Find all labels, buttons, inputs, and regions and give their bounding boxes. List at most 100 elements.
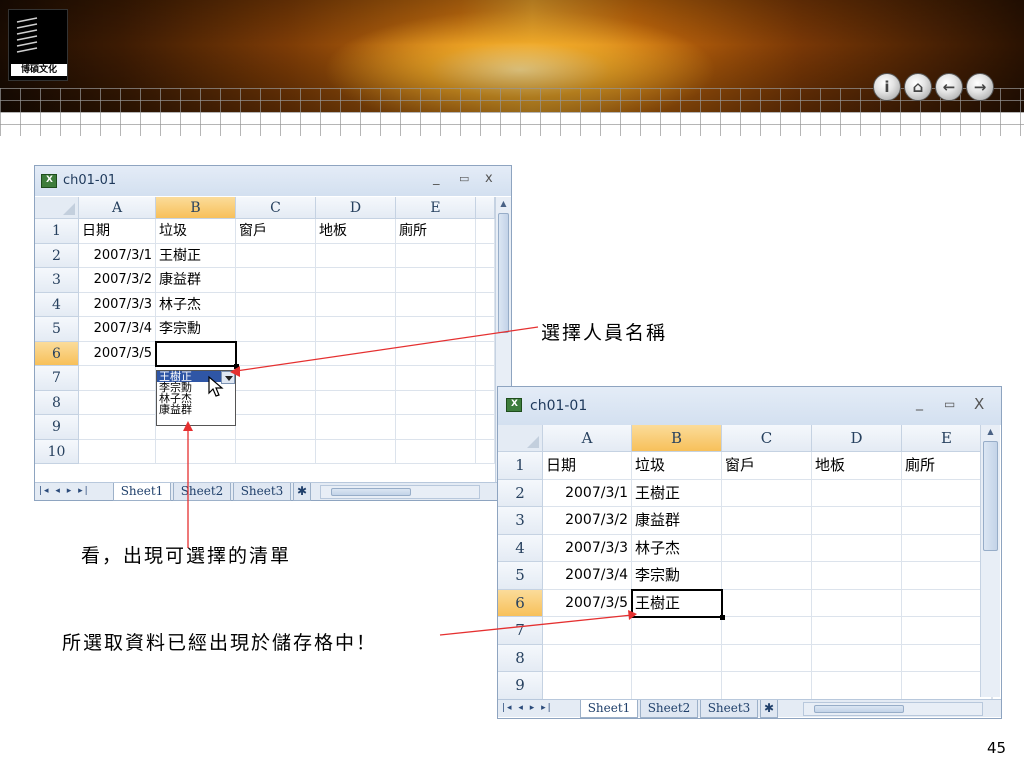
cell-b9[interactable] [632, 672, 722, 700]
close-button[interactable]: X [974, 395, 984, 413]
cell-a8[interactable] [79, 390, 156, 415]
cell-a6[interactable]: 2007/3/5 [79, 341, 156, 366]
cell-e2[interactable] [902, 479, 992, 507]
row-header-3[interactable]: 3 [498, 507, 543, 535]
column-header-e[interactable]: E [396, 197, 476, 219]
cell-c2[interactable] [722, 479, 812, 507]
cell-e8[interactable] [396, 390, 476, 415]
cell-d7[interactable] [316, 366, 396, 391]
cell-b1[interactable]: 垃圾 [632, 452, 722, 480]
cell-e5[interactable] [396, 317, 476, 342]
home-icon[interactable]: ⌂ [904, 73, 932, 101]
column-header-d[interactable]: D [316, 197, 396, 219]
cell-e1[interactable]: 廁所 [902, 452, 992, 480]
row-header-5[interactable]: 5 [35, 317, 79, 342]
cell-b7[interactable] [632, 617, 722, 645]
cell-e3[interactable] [396, 268, 476, 293]
maximize-button[interactable]: ▭ [944, 397, 955, 411]
cell-a10[interactable] [79, 439, 156, 464]
cell-d6[interactable] [812, 589, 902, 617]
cell-c8[interactable] [722, 644, 812, 672]
info-icon[interactable]: i [873, 73, 901, 101]
cell-e9[interactable] [396, 415, 476, 440]
cell-d2[interactable] [316, 243, 396, 268]
row-header-8[interactable]: 8 [35, 390, 79, 415]
column-header-b[interactable]: B [156, 197, 236, 219]
sheet-tab-sheet1[interactable]: Sheet1 [580, 700, 638, 718]
row-header-1[interactable]: 1 [498, 452, 543, 480]
cell-a1[interactable]: 日期 [79, 219, 156, 244]
scroll-up-arrow-icon[interactable]: ▲ [983, 427, 998, 437]
horizontal-scroll-thumb[interactable] [331, 488, 411, 496]
insert-sheet-icon[interactable]: ✱ [293, 483, 311, 501]
cell-d8[interactable] [812, 644, 902, 672]
cell-d3[interactable] [316, 268, 396, 293]
cell-d5[interactable] [812, 562, 902, 590]
row-header-2[interactable]: 2 [35, 243, 79, 268]
cell-a5[interactable]: 2007/3/4 [79, 317, 156, 342]
back-icon[interactable]: ← [935, 73, 963, 101]
sheet-tab-sheet3[interactable]: Sheet3 [233, 483, 291, 501]
cell-d8[interactable] [316, 390, 396, 415]
cell-a5[interactable]: 2007/3/4 [543, 562, 632, 590]
cell-d3[interactable] [812, 507, 902, 535]
cell-d4[interactable] [316, 292, 396, 317]
cell-a3[interactable]: 2007/3/2 [79, 268, 156, 293]
cell-b3[interactable]: 康益群 [632, 507, 722, 535]
column-header-a[interactable]: A [79, 197, 156, 219]
row-header-2[interactable]: 2 [498, 479, 543, 507]
forward-icon[interactable]: → [966, 73, 994, 101]
minimize-button[interactable]: _ [916, 395, 923, 411]
cell-b4[interactable]: 林子杰 [156, 292, 236, 317]
row-header-8[interactable]: 8 [498, 644, 543, 672]
row-header-4[interactable]: 4 [498, 534, 543, 562]
vertical-scroll-thumb[interactable] [983, 441, 998, 551]
cell-a8[interactable] [543, 644, 632, 672]
sheet-nav-arrows-icon[interactable]: |◂ ◂ ▸ ▸| [502, 703, 553, 713]
cell-c1[interactable]: 窗戶 [236, 219, 316, 244]
vertical-scrollbar[interactable]: ▲ [980, 425, 1000, 697]
cell-e2[interactable] [396, 243, 476, 268]
cell-a9[interactable] [79, 415, 156, 440]
cell-a3[interactable]: 2007/3/2 [543, 507, 632, 535]
cell-b4[interactable]: 林子杰 [632, 534, 722, 562]
row-header-10[interactable]: 10 [35, 439, 79, 464]
cell-a2[interactable]: 2007/3/1 [79, 243, 156, 268]
cell-e4[interactable] [396, 292, 476, 317]
cell-c7[interactable] [722, 617, 812, 645]
cell-c2[interactable] [236, 243, 316, 268]
cell-c3[interactable] [722, 507, 812, 535]
cell-a4[interactable]: 2007/3/3 [543, 534, 632, 562]
row-header-3[interactable]: 3 [35, 268, 79, 293]
cell-e8[interactable] [902, 644, 992, 672]
vertical-scroll-thumb[interactable] [498, 213, 509, 333]
select-all-corner[interactable] [498, 425, 543, 452]
active-cell-b6[interactable] [155, 340, 239, 369]
cell-d6[interactable] [316, 341, 396, 366]
cell-b10[interactable] [156, 439, 236, 464]
cell-a7[interactable] [79, 366, 156, 391]
cell-d1[interactable]: 地板 [812, 452, 902, 480]
cell-d5[interactable] [316, 317, 396, 342]
cell-a7[interactable] [543, 617, 632, 645]
cell-c9[interactable] [722, 672, 812, 700]
sheet-tab-sheet3[interactable]: Sheet3 [700, 700, 758, 718]
horizontal-scrollbar[interactable] [803, 702, 983, 716]
cell-a1[interactable]: 日期 [543, 452, 632, 480]
row-header-7[interactable]: 7 [35, 366, 79, 391]
cell-b5[interactable]: 李宗勳 [156, 317, 236, 342]
cell-b3[interactable]: 康益群 [156, 268, 236, 293]
column-header-c[interactable]: C [722, 425, 812, 452]
cell-d9[interactable] [812, 672, 902, 700]
column-header-e[interactable]: E [902, 425, 992, 452]
select-all-corner[interactable] [35, 197, 79, 219]
sheet-tab-sheet1[interactable]: Sheet1 [113, 483, 171, 501]
cell-b5[interactable]: 李宗勳 [632, 562, 722, 590]
row-header-9[interactable]: 9 [35, 415, 79, 440]
cell-d1[interactable]: 地板 [316, 219, 396, 244]
cell-b8[interactable] [632, 644, 722, 672]
dropdown-option[interactable]: 康益群 [157, 404, 235, 415]
cell-e1[interactable]: 廁所 [396, 219, 476, 244]
cell-c5[interactable] [236, 317, 316, 342]
cell-e9[interactable] [902, 672, 992, 700]
